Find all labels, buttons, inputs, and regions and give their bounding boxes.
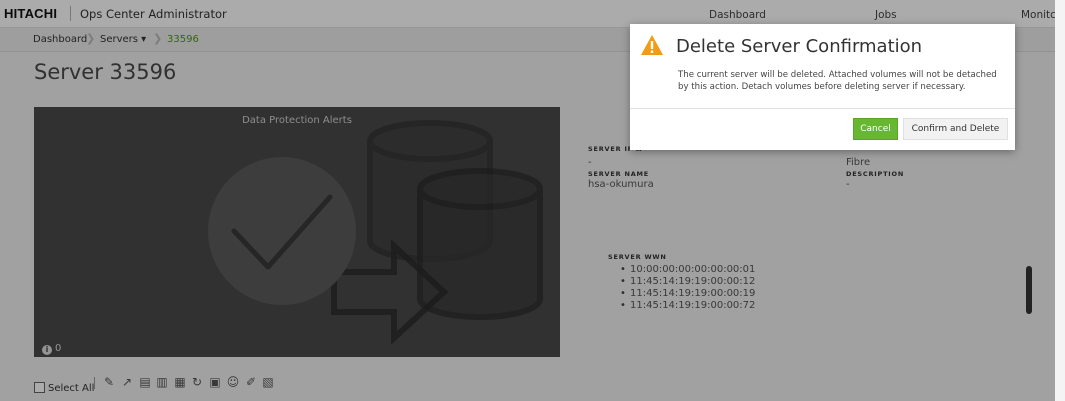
delete-server-dialog: Delete Server Confirmation The current s… bbox=[630, 24, 1015, 150]
confirm-and-delete-button[interactable]: Confirm and Delete bbox=[903, 118, 1008, 140]
cancel-button[interactable]: Cancel bbox=[853, 118, 898, 140]
dialog-divider bbox=[630, 108, 1015, 109]
page-background: HITACHI Ops Center Administrator Dashboa… bbox=[0, 0, 1055, 401]
warning-icon bbox=[641, 35, 663, 55]
page-scrollbar[interactable] bbox=[1055, 0, 1065, 401]
dialog-title: Delete Server Confirmation bbox=[676, 36, 923, 57]
dialog-message: The current server will be deleted. Atta… bbox=[678, 70, 997, 92]
